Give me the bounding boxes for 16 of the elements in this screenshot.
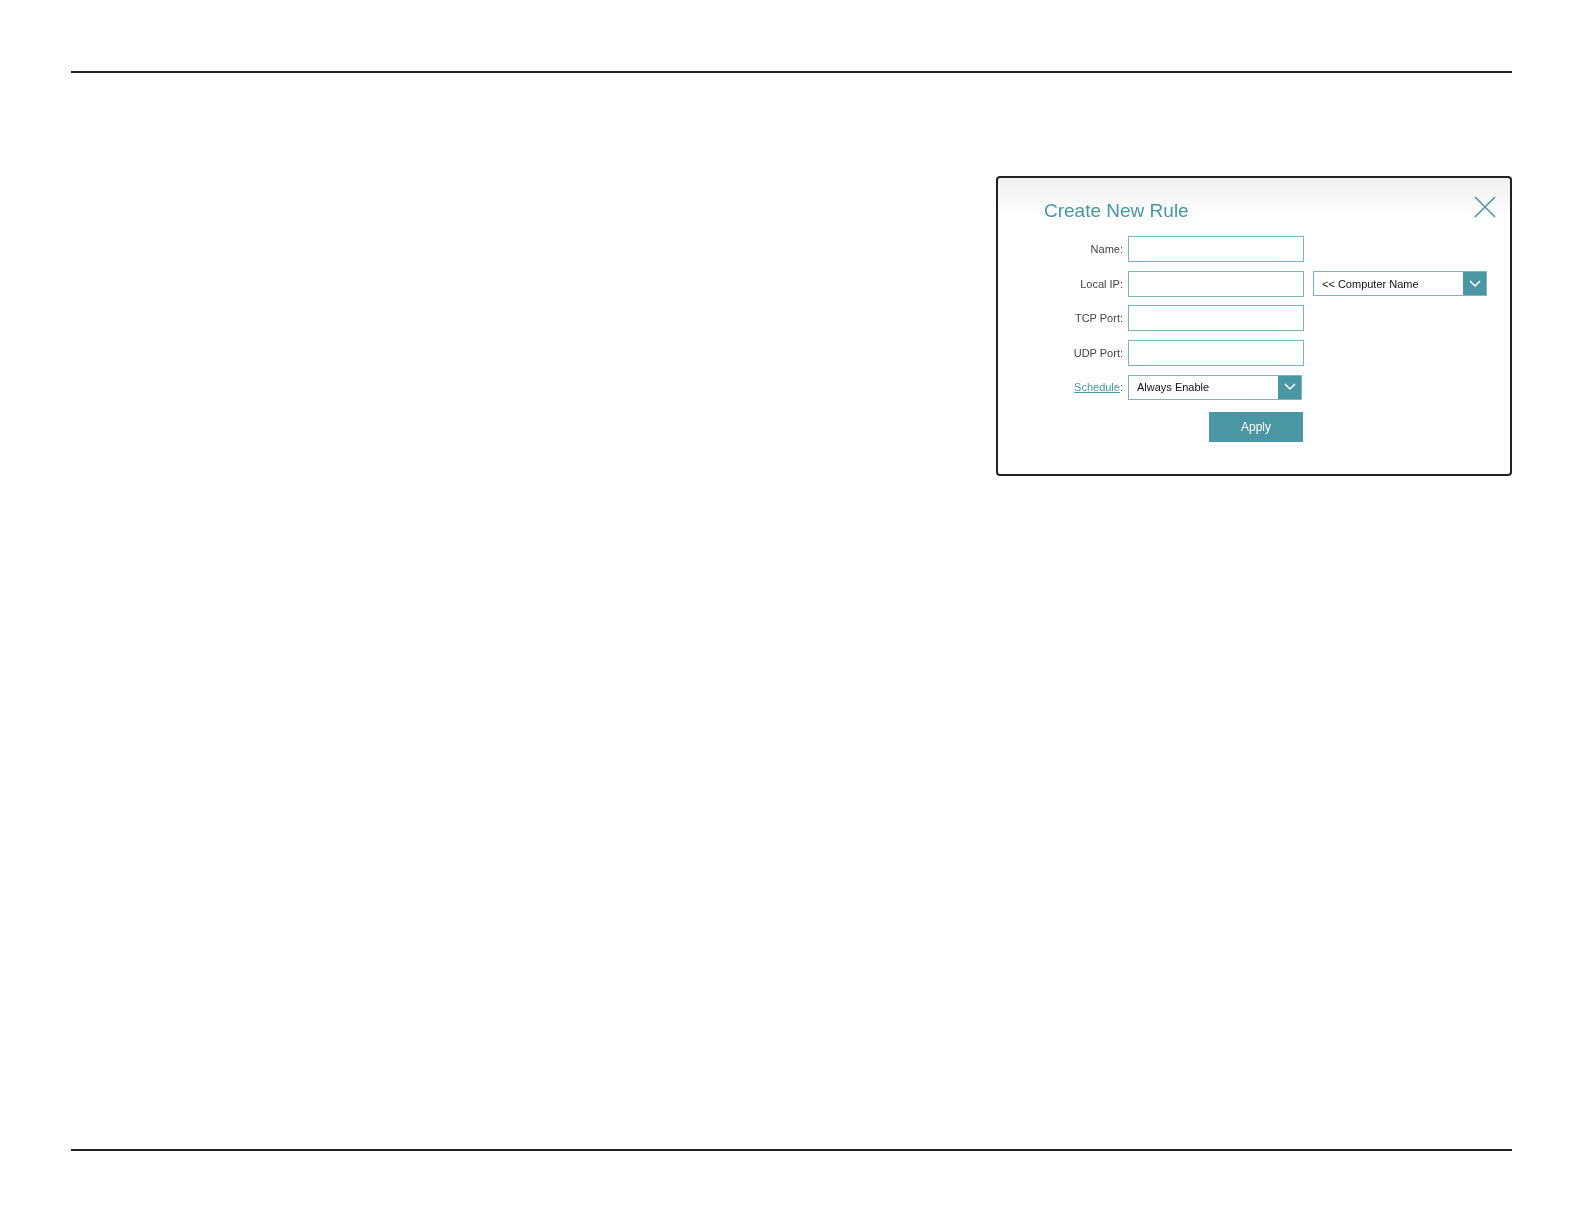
- chevron-down-icon: [1468, 279, 1481, 288]
- field-label: :: [1119, 381, 1123, 393]
- field-label: Name:: [1090, 243, 1123, 255]
- schedule-dropdown[interactable]: Always Enable: [1128, 374, 1302, 400]
- dialog-title: Create New Rule: [1044, 200, 1189, 222]
- close-icon[interactable]: [1474, 196, 1496, 218]
- input-field[interactable]: [1128, 270, 1304, 297]
- input-field[interactable]: [1128, 305, 1304, 331]
- input-field[interactable]: [1128, 236, 1304, 262]
- schedule-link[interactable]: Schedule: [1074, 381, 1120, 393]
- input-field[interactable]: [1128, 339, 1304, 366]
- field-label: TCP Port:: [1074, 312, 1123, 324]
- field-label: Local IP:: [1080, 277, 1123, 290]
- computer-name-dropdown[interactable]: << Computer Name: [1313, 271, 1487, 296]
- chevron-down-icon: [1283, 383, 1296, 391]
- field-label: UDP Port:: [1073, 346, 1123, 359]
